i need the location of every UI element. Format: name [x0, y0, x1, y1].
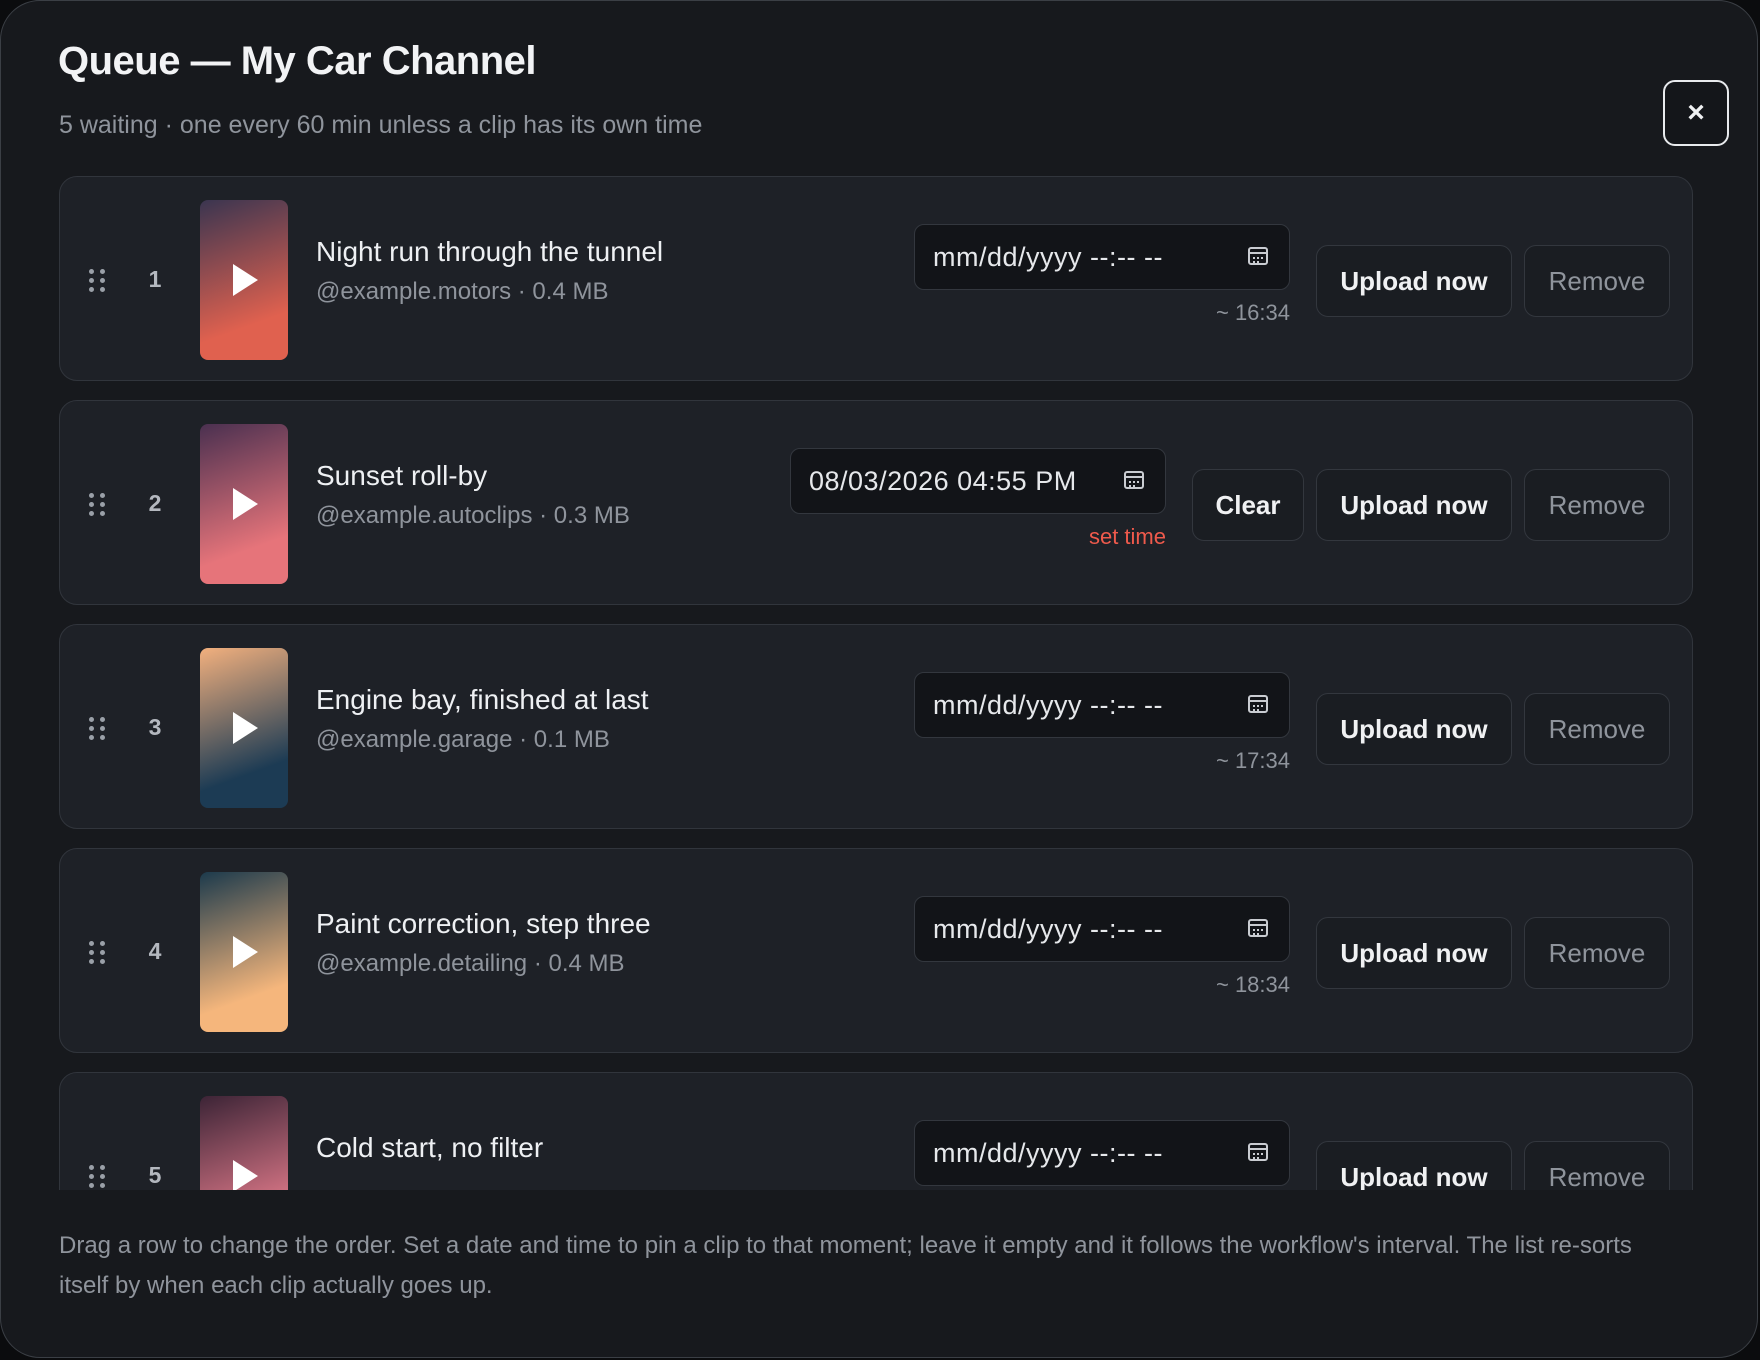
- clip-title: Sunset roll-by: [316, 460, 488, 491]
- drag-handle-icon[interactable]: [89, 269, 105, 292]
- schedule-datetime-input[interactable]: mm/dd/yyyy --:-- --: [914, 896, 1290, 962]
- clip-thumbnail[interactable]: [200, 424, 288, 584]
- queue-row[interactable]: 5 Cold start, no filter mm/dd/yyyy --:-- -…: [59, 1072, 1693, 1190]
- drag-handle-icon[interactable]: [89, 717, 105, 740]
- schedule-datetime-input[interactable]: mm/dd/yyyy --:-- --: [914, 1120, 1290, 1186]
- upload-now-button[interactable]: Upload now: [1316, 245, 1512, 317]
- play-icon: [233, 1160, 258, 1190]
- drag-handle-icon[interactable]: [89, 493, 105, 516]
- play-icon: [233, 264, 258, 296]
- remove-label: Remove: [1548, 937, 1646, 968]
- play-icon: [233, 936, 258, 968]
- queue-row[interactable]: 3 Engine bay, finished at last @example.ga…: [59, 624, 1693, 829]
- queue-row[interactable]: 2 Sunset roll-by @example.autoclips · 0.3 …: [59, 400, 1693, 605]
- upload-now-button[interactable]: Upload now: [1316, 917, 1512, 989]
- upload-now-label: Upload now: [1340, 937, 1488, 968]
- clip-title: Paint correction, step three: [316, 908, 651, 939]
- upload-now-label: Upload now: [1340, 1161, 1488, 1191]
- calendar-icon[interactable]: [1248, 919, 1268, 937]
- remove-label: Remove: [1548, 713, 1646, 744]
- clip-thumbnail[interactable]: [200, 648, 288, 808]
- upload-now-label: Upload now: [1340, 713, 1488, 744]
- clip-meta: @example.garage · 0.1 MB: [316, 726, 610, 753]
- clip-thumbnail[interactable]: [200, 1096, 288, 1190]
- upload-now-label: Upload now: [1340, 489, 1488, 520]
- calendar-icon[interactable]: [1248, 695, 1268, 713]
- estimated-time-label: ~ 16:34: [1215, 300, 1290, 325]
- datetime-value: mm/dd/yyyy --:-- --: [933, 242, 1163, 272]
- datetime-value: mm/dd/yyyy --:-- --: [933, 690, 1163, 720]
- queue-row[interactable]: 4 Paint correction, step three @example.de…: [59, 848, 1693, 1053]
- datetime-value: mm/dd/yyyy --:-- --: [933, 1138, 1163, 1168]
- dialog-subtitle: 5 waiting · one every 60 min unless a cl…: [59, 111, 703, 139]
- calendar-icon[interactable]: [1248, 247, 1268, 265]
- upload-now-button[interactable]: Upload now: [1316, 1141, 1512, 1190]
- schedule-datetime-input[interactable]: mm/dd/yyyy --:-- --: [914, 224, 1290, 290]
- queue-position: 1: [148, 266, 162, 292]
- clip-thumbnail[interactable]: [200, 200, 288, 360]
- dialog-title: Queue — My Car Channel: [58, 39, 536, 83]
- play-icon: [233, 712, 258, 744]
- remove-button[interactable]: Remove: [1524, 469, 1670, 541]
- clip-meta: @example.motors · 0.4 MB: [316, 278, 609, 305]
- queue-position: 3: [148, 714, 162, 740]
- clip-meta: @example.detailing · 0.4 MB: [316, 950, 625, 977]
- close-button[interactable]: ×: [1663, 80, 1729, 146]
- queue-position: 4: [148, 938, 162, 964]
- drag-handle-icon[interactable]: [89, 941, 105, 964]
- remove-button[interactable]: Remove: [1524, 245, 1670, 317]
- clear-button-label: Clear: [1215, 489, 1281, 520]
- remove-label: Remove: [1548, 1161, 1646, 1191]
- calendar-icon[interactable]: [1124, 471, 1144, 489]
- close-icon: ×: [1687, 96, 1705, 129]
- remove-button[interactable]: Remove: [1524, 693, 1670, 765]
- remove-label: Remove: [1548, 265, 1646, 296]
- footer-note: Drag a row to change the order. Set a da…: [59, 1232, 1632, 1299]
- schedule-datetime-input[interactable]: mm/dd/yyyy --:-- --: [914, 672, 1290, 738]
- upload-now-button[interactable]: Upload now: [1316, 469, 1512, 541]
- clear-button[interactable]: Clear: [1192, 469, 1304, 541]
- clip-meta: @example.autoclips · 0.3 MB: [316, 502, 630, 529]
- upload-now-label: Upload now: [1340, 265, 1488, 296]
- clip-title: Cold start, no filter: [316, 1132, 544, 1163]
- queue-row[interactable]: 1 Night run through the tunnel @example.mo…: [59, 176, 1693, 381]
- upload-now-button[interactable]: Upload now: [1316, 693, 1512, 765]
- estimated-time-label: ~ 17:34: [1215, 748, 1290, 773]
- remove-label: Remove: [1548, 489, 1646, 520]
- queue-list: 1 Night run through the tunnel @example.mo…: [59, 176, 1695, 1190]
- drag-handle-icon[interactable]: [89, 1165, 105, 1188]
- datetime-value: mm/dd/yyyy --:-- --: [933, 914, 1163, 944]
- queue-dialog: Queue — My Car Channel 5 waiting · one e…: [0, 0, 1758, 1358]
- queue-position: 5: [148, 1162, 162, 1188]
- calendar-icon[interactable]: [1248, 1143, 1268, 1161]
- remove-button[interactable]: Remove: [1524, 1141, 1670, 1190]
- clip-title: Night run through the tunnel: [316, 236, 664, 267]
- datetime-value: 08/03/2026 04:55 PM: [809, 466, 1077, 496]
- schedule-datetime-input[interactable]: 08/03/2026 04:55 PM: [790, 448, 1166, 514]
- estimated-time-label: ~ 18:34: [1215, 972, 1290, 997]
- play-icon: [233, 488, 258, 520]
- queue-position: 2: [148, 490, 162, 516]
- remove-button[interactable]: Remove: [1524, 917, 1670, 989]
- clip-thumbnail[interactable]: [200, 872, 288, 1032]
- clip-title: Engine bay, finished at last: [316, 684, 649, 715]
- pinned-time-label: set time: [1088, 524, 1166, 549]
